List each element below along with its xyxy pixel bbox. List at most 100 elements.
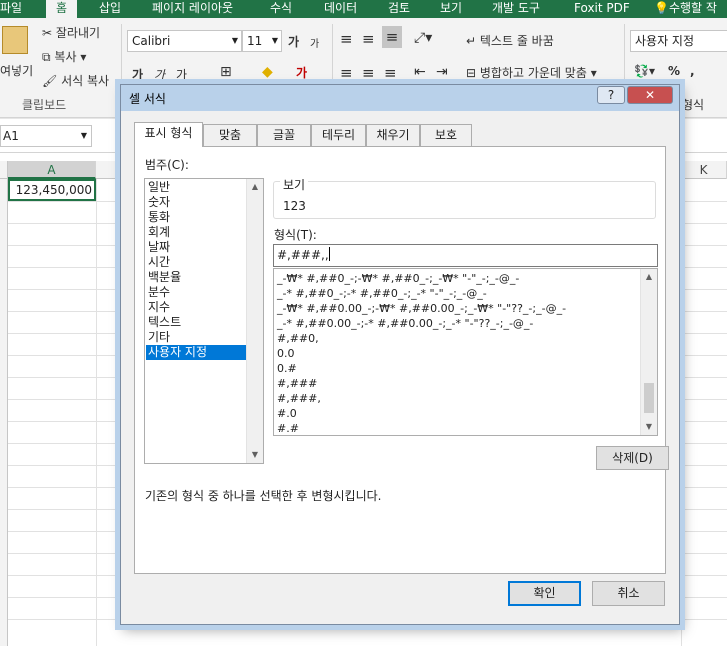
copy-button[interactable]: ⧉ 복사 ▾ xyxy=(42,48,86,65)
format-code-list[interactable]: _-₩* #,##0_-;-₩* #,##0_-;_-₩* "-"_-;_-@_… xyxy=(273,268,658,436)
tab-review[interactable]: 검토 xyxy=(388,0,410,18)
paste-button[interactable]: 여넣기 xyxy=(0,62,33,79)
format-code-item[interactable]: #,##0, xyxy=(277,331,319,346)
type-input[interactable]: #,###,, xyxy=(273,244,658,267)
cancel-button[interactable]: 취소 xyxy=(592,581,665,606)
tab-protection[interactable]: 보호 xyxy=(420,124,472,146)
category-item[interactable]: 회계 xyxy=(146,225,248,240)
format-code-item[interactable]: _-₩* #,##0.00_-;-₩* #,##0.00_-;_-₩* "-"?… xyxy=(277,301,566,316)
bold-button[interactable]: 가 xyxy=(132,66,143,83)
font-color-icon[interactable]: 가 xyxy=(296,64,307,81)
cut-button[interactable]: ✂ 잘라내기 xyxy=(42,24,100,41)
scroll-down-icon[interactable]: ▼ xyxy=(641,419,657,435)
align-center-icon[interactable]: ≡ xyxy=(362,64,375,82)
category-item[interactable]: 시간 xyxy=(146,255,248,270)
lightbulb-icon: 💡 xyxy=(654,1,669,15)
category-item[interactable]: 날짜 xyxy=(146,240,248,255)
select-all-corner[interactable] xyxy=(0,161,8,179)
column-header-k[interactable]: K xyxy=(681,161,727,179)
close-icon: ✕ xyxy=(644,88,656,102)
ok-button[interactable]: 확인 xyxy=(508,581,581,606)
align-top-icon[interactable]: ≡ xyxy=(340,30,353,48)
format-code-item[interactable]: 0.0 xyxy=(277,346,295,361)
category-item[interactable]: 일반 xyxy=(146,180,248,195)
orientation-icon[interactable]: ⤢▾ xyxy=(414,30,432,46)
scissors-icon: ✂ xyxy=(42,26,53,40)
align-left-icon[interactable]: ≡ xyxy=(340,64,353,82)
category-item-selected[interactable]: 사용자 지정 xyxy=(146,345,248,360)
tab-foxit-pdf[interactable]: Foxit PDF xyxy=(574,0,630,18)
category-list[interactable]: 일반 숫자 통화 회계 날짜 시간 백분율 분수 지수 텍스트 기타 사용자 지… xyxy=(144,178,264,464)
font-name-dropdown[interactable]: Calibri ▼ xyxy=(127,30,242,52)
tab-home[interactable]: 홈 xyxy=(46,0,78,18)
tab-number[interactable]: 표시 형식 xyxy=(134,122,203,147)
format-list-scrollbar[interactable]: ▲ ▼ xyxy=(640,269,657,435)
name-box[interactable]: A1 ▼ xyxy=(0,125,92,147)
tab-fill[interactable]: 채우기 xyxy=(366,124,420,146)
delete-button[interactable]: 삭제(D) xyxy=(596,446,669,470)
category-item[interactable]: 텍스트 xyxy=(146,315,248,330)
tab-border[interactable]: 테두리 xyxy=(311,124,366,146)
shrink-font-button[interactable]: 가 xyxy=(310,35,319,50)
format-code-item[interactable]: _-₩* #,##0_-;-₩* #,##0_-;_-₩* "-"_-;_-@_… xyxy=(277,271,519,286)
column-header-a[interactable]: A xyxy=(8,161,96,179)
tab-page-layout[interactable]: 페이지 레이아웃 xyxy=(152,0,233,18)
category-item[interactable]: 분수 xyxy=(146,285,248,300)
category-item[interactable]: 지수 xyxy=(146,300,248,315)
clipboard-group-label: 클립보드 xyxy=(22,98,67,112)
format-code-item[interactable]: #.0 xyxy=(277,406,297,421)
scroll-thumb[interactable] xyxy=(644,383,654,413)
wrap-text-icon: ↵ xyxy=(466,34,477,48)
dialog-title-bar[interactable]: 셀 서식 ? ✕ xyxy=(121,85,679,111)
format-code-item[interactable]: #,### xyxy=(277,376,317,391)
format-code-item[interactable]: 0.# xyxy=(277,361,297,376)
scroll-up-icon[interactable]: ▲ xyxy=(641,269,657,285)
format-painter-button[interactable]: 🖌 서식 복사 xyxy=(42,72,109,89)
comma-button[interactable]: , xyxy=(690,64,695,78)
tab-insert[interactable]: 삽입 xyxy=(99,0,121,18)
category-scrollbar[interactable]: ▲ ▼ xyxy=(246,179,263,463)
row-headers xyxy=(0,179,8,646)
format-code-item[interactable]: _-* #,##0.00_-;-* #,##0.00_-;_-* "-"??_-… xyxy=(277,316,533,331)
align-right-icon[interactable]: ≡ xyxy=(384,64,397,82)
grow-font-button[interactable]: 가 xyxy=(288,33,299,50)
align-bottom-icon[interactable]: ≡ xyxy=(382,26,402,48)
cell-a1[interactable]: 123,450,000 xyxy=(8,179,96,201)
tab-formulas[interactable]: 수식 xyxy=(270,0,292,18)
close-button[interactable]: ✕ xyxy=(627,86,673,104)
borders-icon[interactable]: ⊞ xyxy=(220,64,232,80)
tab-alignment[interactable]: 맞춤 xyxy=(203,124,257,146)
format-code-item[interactable]: #.# xyxy=(277,421,299,435)
font-size-dropdown[interactable]: 11 ▼ xyxy=(242,30,282,52)
chevron-down-icon: ▼ xyxy=(271,36,278,45)
tab-file[interactable]: 파일 xyxy=(0,0,22,18)
align-middle-icon[interactable]: ≡ xyxy=(362,30,375,48)
tab-developer[interactable]: 개발 도구 xyxy=(492,0,540,18)
format-code-item[interactable]: _-* #,##0_-;-* #,##0_-;_-* "-"_-;_-@_- xyxy=(277,286,487,301)
format-cells-dialog: 셀 서식 ? ✕ 표시 형식 맞춤 글꼴 테두리 채우기 보호 범주(C): 일… xyxy=(120,84,680,625)
number-format-dropdown[interactable]: 사용자 지정 xyxy=(630,30,727,52)
currency-icon[interactable]: 💱▾ xyxy=(634,64,655,78)
category-item[interactable]: 통화 xyxy=(146,210,248,225)
tab-view[interactable]: 보기 xyxy=(440,0,462,18)
category-item[interactable]: 백분율 xyxy=(146,270,248,285)
paste-clipboard-icon[interactable] xyxy=(2,26,28,54)
italic-button[interactable]: 가 xyxy=(154,66,165,83)
decrease-indent-icon[interactable]: ⇤ xyxy=(414,64,426,80)
tell-me-search[interactable]: 💡수행할 작 xyxy=(654,0,717,18)
category-item[interactable]: 기타 xyxy=(146,330,248,345)
category-item[interactable]: 숫자 xyxy=(146,195,248,210)
tab-font[interactable]: 글꼴 xyxy=(257,124,311,146)
format-code-item[interactable]: #,###, xyxy=(277,391,321,406)
fill-color-icon[interactable]: ◆ xyxy=(262,64,273,80)
scroll-down-icon[interactable]: ▼ xyxy=(247,447,263,463)
tab-data[interactable]: 데이터 xyxy=(324,0,357,18)
wrap-text-button[interactable]: ↵ 텍스트 줄 바꿈 xyxy=(466,32,554,49)
help-button[interactable]: ? xyxy=(597,86,625,104)
percent-button[interactable]: % xyxy=(668,64,680,78)
paintbrush-icon: 🖌 xyxy=(42,74,58,88)
scroll-up-icon[interactable]: ▲ xyxy=(247,179,263,195)
increase-indent-icon[interactable]: ⇥ xyxy=(436,64,448,80)
underline-button[interactable]: 가 xyxy=(176,66,187,83)
merge-center-button[interactable]: ⊟ 병합하고 가운데 맞춤 ▾ xyxy=(466,64,597,81)
